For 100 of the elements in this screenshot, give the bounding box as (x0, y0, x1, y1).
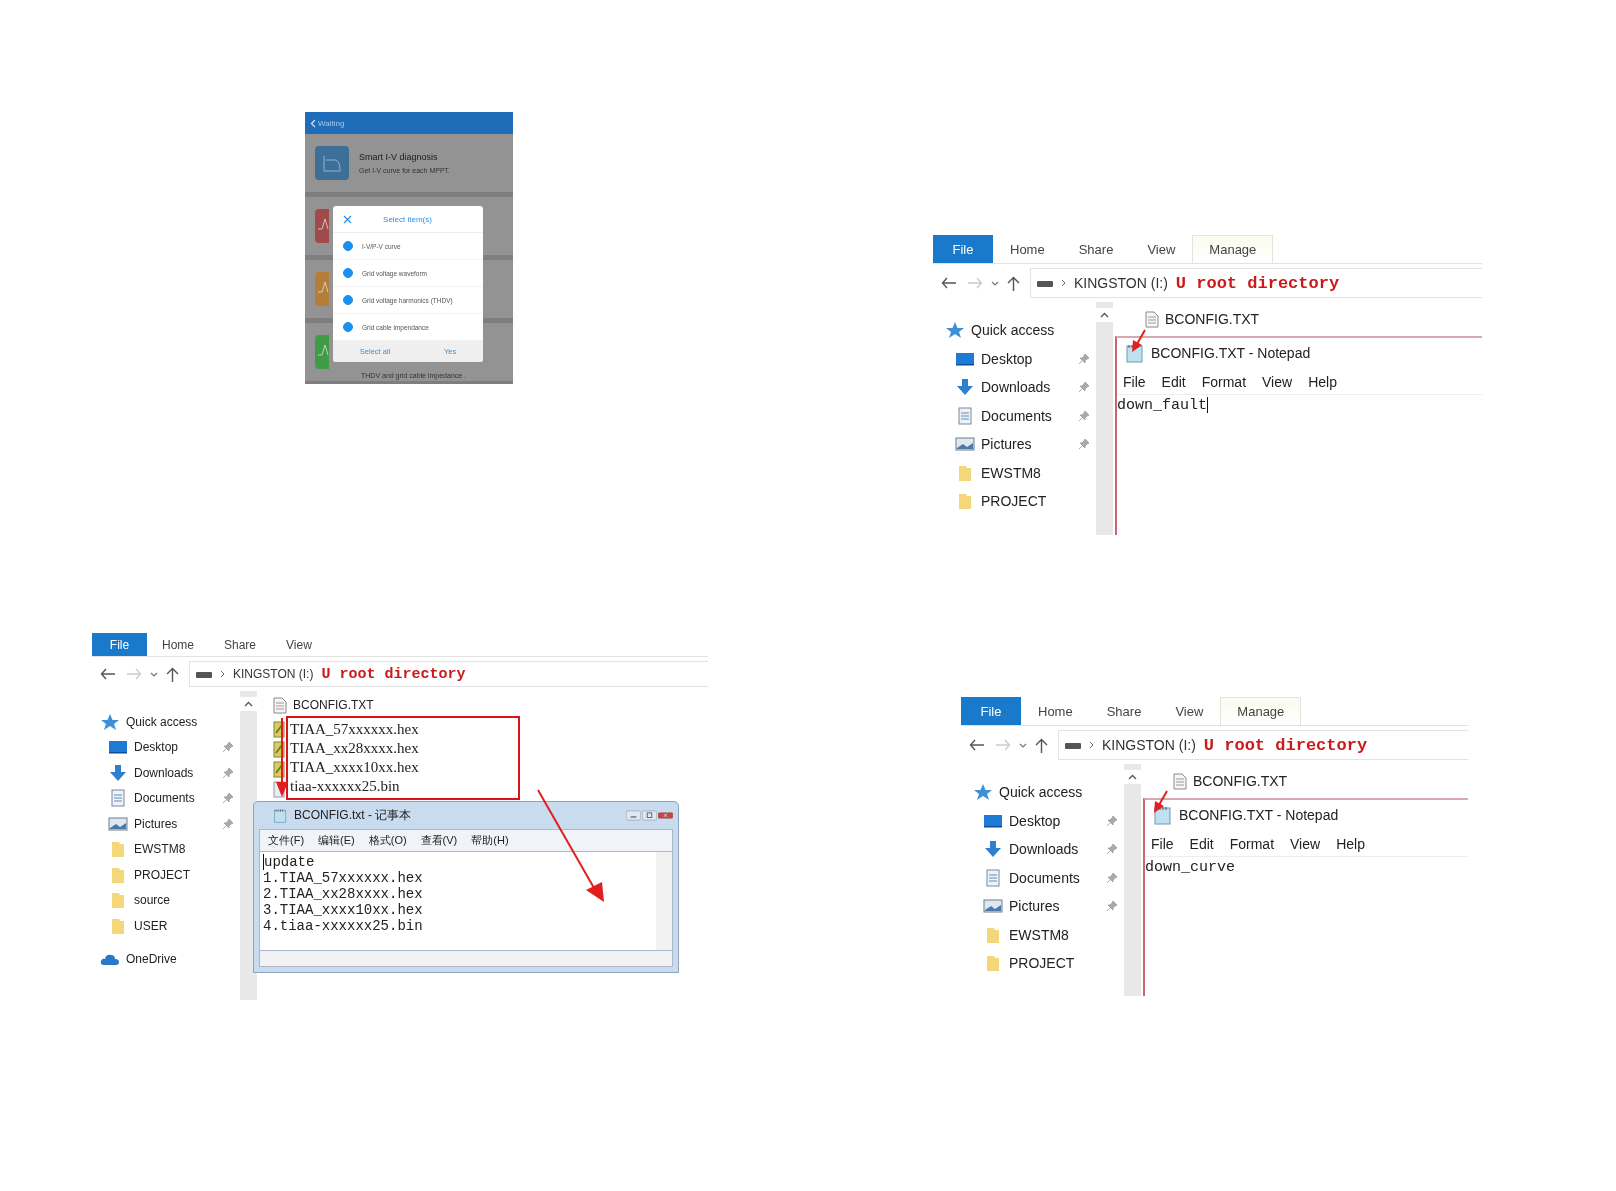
nav-item[interactable]: Desktop (961, 806, 1124, 835)
dropdown-caret-icon[interactable] (1019, 742, 1027, 748)
nav-item[interactable]: PROJECT (961, 949, 1124, 978)
nav-item[interactable]: Documents (92, 785, 240, 811)
ribbon-tab[interactable]: Home (147, 633, 209, 656)
notepad-icon (1125, 343, 1145, 363)
nav-item[interactable]: Downloads (961, 835, 1124, 864)
up-arrow-icon[interactable] (166, 666, 179, 682)
waveform-icon (315, 209, 329, 243)
menu-item[interactable]: 编辑(E) (318, 833, 355, 848)
menu-item[interactable]: Format (1201, 374, 1247, 390)
nav-item[interactable]: PROJECT (933, 487, 1096, 516)
address-bar[interactable]: KINGSTON (I:) U root directory (1030, 268, 1482, 298)
menu-item[interactable]: Edit (1161, 374, 1186, 390)
text-cursor (1207, 397, 1208, 413)
ribbon-tab[interactable]: View (271, 633, 327, 656)
up-arrow-icon[interactable] (1035, 737, 1048, 753)
listed-document[interactable]: BCONFIG.TXT (273, 694, 374, 716)
menu-item[interactable]: View (1262, 374, 1293, 390)
nav-item[interactable]: EWSTM8 (92, 836, 240, 862)
ribbon-tab[interactable]: Manage (1220, 697, 1302, 725)
ribbon-tab[interactable]: View (1130, 235, 1193, 263)
annotation-text: U root directory (1203, 735, 1368, 755)
ribbon-tab[interactable]: Share (1089, 697, 1159, 725)
menu-item[interactable]: 格式(O) (368, 833, 407, 848)
minimize-icon[interactable] (626, 808, 641, 823)
notepad-icon (1153, 805, 1173, 825)
address-bar[interactable]: KINGSTON (I:) U root directory (1058, 730, 1468, 760)
scrollbar[interactable] (1124, 764, 1141, 996)
nav-item[interactable]: Quick access (933, 316, 1096, 345)
menu-item[interactable]: 文件(F) (268, 833, 305, 848)
chevron-icon (220, 670, 225, 678)
dropdown-caret-icon[interactable] (991, 280, 999, 286)
menu-item[interactable]: File (1151, 836, 1174, 852)
nav-item[interactable]: EWSTM8 (933, 458, 1096, 487)
text-line: update (264, 854, 315, 870)
back-arrow-icon[interactable] (969, 739, 985, 751)
menu-item[interactable]: Edit (1189, 836, 1214, 852)
ribbon-tab[interactable]: Home (993, 235, 1062, 263)
scrollbar[interactable] (259, 950, 673, 967)
nav-item[interactable]: source (92, 887, 240, 913)
menu-item[interactable]: Help (1308, 374, 1337, 390)
card-title: Smart I-V diagnosis (359, 152, 439, 162)
nav-item[interactable]: Documents (961, 863, 1124, 892)
text-area[interactable]: down_curve (1145, 857, 1468, 996)
back-arrow-icon[interactable] (100, 668, 116, 680)
menu-item[interactable]: Format (1229, 836, 1275, 852)
menu-item[interactable]: 帮助(H) (471, 833, 509, 848)
up-arrow-icon[interactable] (1007, 275, 1020, 291)
ribbon-tab[interactable]: Share (1061, 235, 1131, 263)
text-area[interactable]: down_fault (1117, 395, 1482, 535)
menu-item[interactable]: Help (1336, 836, 1365, 852)
ribbon-tab[interactable]: Home (1021, 697, 1090, 725)
radio-dot[interactable] (343, 322, 353, 332)
scrollbar[interactable] (656, 852, 672, 950)
radio-dot[interactable] (343, 295, 353, 305)
annotation-text: U root directory (1175, 273, 1340, 293)
nav-item[interactable]: Desktop (933, 344, 1096, 373)
nav-item[interactable]: Pictures (92, 811, 240, 837)
waveform-icon (315, 272, 329, 306)
nav-item[interactable]: PROJECT (92, 862, 240, 888)
ribbon-tab[interactable]: File (92, 633, 147, 656)
nav-item[interactable]: Documents (933, 401, 1096, 430)
downloads-icon (983, 840, 1003, 859)
nav-item[interactable]: USER (92, 913, 240, 939)
ribbon-tab[interactable]: View (1158, 697, 1221, 725)
listed-document[interactable]: BCONFIG.TXT (1173, 768, 1288, 794)
menu-item[interactable]: File (1123, 374, 1146, 390)
desktop-icon (108, 738, 128, 757)
nav-item[interactable]: Desktop (92, 734, 240, 760)
menu-item[interactable]: View (1290, 836, 1321, 852)
ribbon-tab[interactable]: File (961, 697, 1021, 725)
document-name[interactable]: tiaa-xxxxxx25.bin (290, 777, 400, 796)
text-line: 2.TIAA_xx28xxxx.hex (263, 886, 423, 902)
nav-item[interactable]: Downloads (933, 373, 1096, 402)
program-document-icon (273, 761, 285, 778)
annotation-text: U root directory (321, 665, 466, 683)
menu-item[interactable]: 查看(V) (420, 833, 458, 848)
nav-item[interactable]: EWSTM8 (961, 920, 1124, 949)
nav-item[interactable]: Pictures (961, 892, 1124, 921)
ribbon-tab[interactable]: Manage (1192, 235, 1274, 263)
radio-dot[interactable] (343, 268, 353, 278)
address-bar[interactable]: KINGSTON (I:) U root directory (189, 661, 708, 687)
dropdown-caret-icon[interactable] (150, 671, 158, 677)
radio-dot[interactable] (343, 241, 353, 251)
ribbon-tab[interactable]: File (933, 235, 993, 263)
nav-item[interactable]: OneDrive (92, 946, 240, 972)
ribbon-tab[interactable]: Share (209, 633, 272, 656)
nav-item[interactable]: Downloads (92, 760, 240, 786)
scrollbar[interactable] (1096, 302, 1113, 535)
document-name[interactable]: TIAA_xx28xxxx.hex (290, 739, 419, 758)
document-name[interactable]: TIAA_xxxx10xx.hex (290, 758, 419, 777)
nav-item[interactable]: Pictures (933, 430, 1096, 459)
listed-document[interactable]: BCONFIG.TXT (1145, 306, 1260, 332)
maximize-icon[interactable] (642, 808, 657, 823)
document-name[interactable]: TIAA_57xxxxxx.hex (290, 720, 419, 739)
nav-item[interactable]: Quick access (92, 709, 240, 735)
nav-item[interactable]: Quick access (961, 778, 1124, 807)
back-arrow-icon[interactable] (941, 277, 957, 289)
close-icon[interactable] (343, 214, 352, 224)
